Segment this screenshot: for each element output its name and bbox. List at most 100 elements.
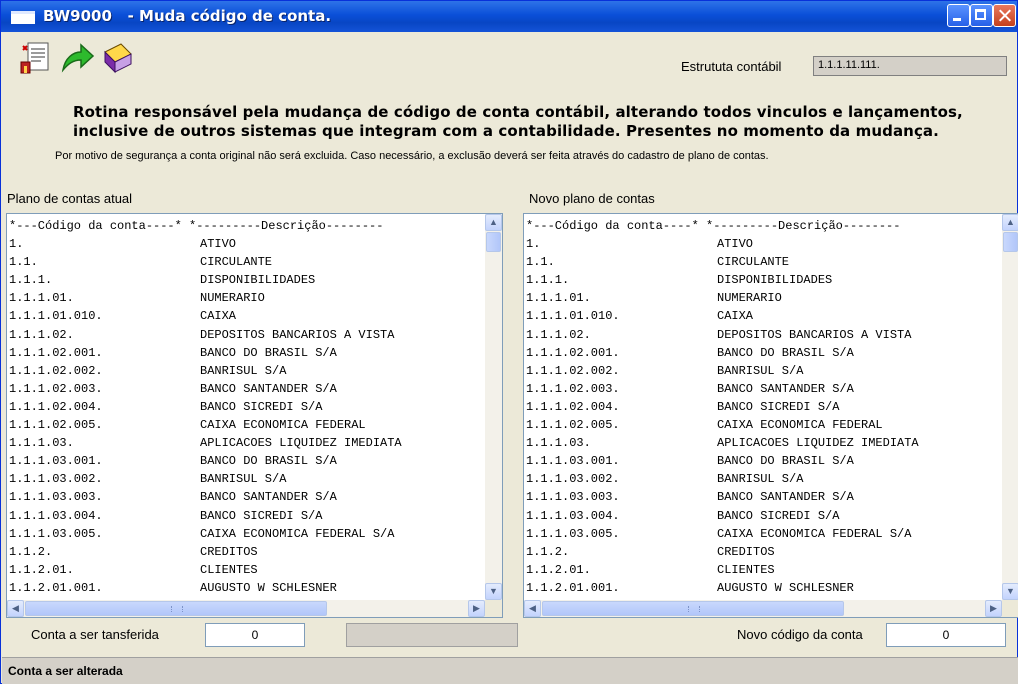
status-bar: Conta a ser alterada xyxy=(2,657,1018,684)
report-icon[interactable] xyxy=(19,40,55,76)
account-row[interactable]: 1.1.2.01. CLIENTES xyxy=(9,561,484,579)
account-row[interactable]: 1.1.1.02.001. BANCO DO BRASIL S/A xyxy=(9,344,484,362)
scroll-down-arrow-icon[interactable]: ▼ xyxy=(1002,583,1018,600)
new-plan-list[interactable]: *---Código da conta----* *---------Descr… xyxy=(523,213,1018,618)
account-row[interactable]: 1.1.1.02.001. BANCO DO BRASIL S/A xyxy=(526,344,1001,362)
account-row[interactable]: 1.1.1.03.003. BANCO SANTANDER S/A xyxy=(9,488,484,506)
account-code: 1.1.1.02.002. xyxy=(9,363,103,378)
account-row[interactable]: 1.1.2. CREDITOS xyxy=(9,543,484,561)
account-row[interactable]: 1.1.1.03. APLICACOES LIQUIDEZ IMEDIATA xyxy=(526,434,1001,452)
scroll-thumb[interactable] xyxy=(542,601,844,616)
account-row[interactable]: 1.1.1.03.001. BANCO DO BRASIL S/A xyxy=(526,452,1001,470)
account-row[interactable]: 1.1.1.02. DEPOSITOS BANCARIOS A VISTA xyxy=(526,326,1001,344)
account-description: CLIENTES xyxy=(200,562,258,577)
scroll-up-arrow-icon[interactable]: ▲ xyxy=(485,214,502,231)
account-row[interactable]: 1.1.1.02.004. BANCO SICREDI S/A xyxy=(9,398,484,416)
transfer-account-label: Conta a ser tansferida xyxy=(31,627,159,642)
account-description: AUGUSTO W SCHLESNER xyxy=(200,580,337,595)
account-code: 1.1.1.01. xyxy=(9,291,74,306)
account-row[interactable]: 1.1. CIRCULANTE xyxy=(526,253,1001,271)
scroll-right-arrow-icon[interactable]: ▶ xyxy=(468,600,485,617)
account-description: BANCO DO BRASIL S/A xyxy=(717,345,854,360)
scroll-thumb[interactable] xyxy=(486,232,501,252)
account-row[interactable]: 1.1.1.02.002. BANRISUL S/A xyxy=(9,362,484,380)
account-row[interactable]: 1.1.1.03.004. BANCO SICREDI S/A xyxy=(9,507,484,525)
scroll-thumb[interactable] xyxy=(1003,232,1018,252)
account-row[interactable]: 1.1.1.01.010. CAIXA xyxy=(526,307,1001,325)
scroll-down-arrow-icon[interactable]: ▼ xyxy=(485,583,502,600)
account-row[interactable]: 1. ATIVO xyxy=(526,235,1001,253)
account-row[interactable]: 1.1.1.02.004. BANCO SICREDI S/A xyxy=(526,398,1001,416)
maximize-button[interactable] xyxy=(970,4,993,27)
account-row[interactable]: 1.1.1.03. APLICACOES LIQUIDEZ IMEDIATA xyxy=(9,434,484,452)
scroll-left-arrow-icon[interactable]: ◀ xyxy=(524,600,541,617)
title-bar[interactable]: BW9000 - Muda código de conta. xyxy=(1,1,1017,32)
scroll-corner xyxy=(485,600,502,617)
vertical-scrollbar[interactable]: ▲ ▼ xyxy=(1002,214,1018,600)
account-code: 1.1.1.02. xyxy=(526,327,591,342)
account-description: NUMERARIO xyxy=(717,291,782,306)
account-row[interactable]: 1.1.1.02.005. CAIXA ECONOMICA FEDERAL xyxy=(526,416,1001,434)
scroll-up-arrow-icon[interactable]: ▲ xyxy=(1002,214,1018,231)
account-row[interactable]: 1.1.1.01. NUMERARIO xyxy=(526,289,1001,307)
account-code: 1.1.1.03.001. xyxy=(9,454,103,469)
account-description: BANCO SICREDI S/A xyxy=(717,508,840,523)
window-title: BW9000 - Muda código de conta. xyxy=(43,7,332,25)
account-code: 1.1.1.03.001. xyxy=(526,454,620,469)
account-code: 1.1.1. xyxy=(9,273,53,288)
account-code: 1.1.1.02.003. xyxy=(9,381,103,396)
account-row[interactable]: 1.1.2.01.001. AUGUSTO W SCHLESNER xyxy=(526,579,1001,597)
account-description: NUMERARIO xyxy=(200,291,265,306)
account-row[interactable]: 1.1.1.01.010. CAIXA xyxy=(9,307,484,325)
account-row[interactable]: 1.1.1.02.003. BANCO SANTANDER S/A xyxy=(9,380,484,398)
scroll-right-arrow-icon[interactable]: ▶ xyxy=(985,600,1002,617)
account-row[interactable]: 1.1.1.02.003. BANCO SANTANDER S/A xyxy=(526,380,1001,398)
vertical-scrollbar[interactable]: ▲ ▼ xyxy=(485,214,502,600)
new-code-field[interactable]: 0 xyxy=(886,623,1006,647)
account-code: 1.1.1.03.002. xyxy=(9,472,103,487)
account-row[interactable]: 1.1.1.03.005. CAIXA ECONOMICA FEDERAL S/A xyxy=(9,525,484,543)
account-description: APLICACOES LIQUIDEZ IMEDIATA xyxy=(717,436,919,451)
transfer-account-field[interactable]: 0 xyxy=(205,623,305,647)
account-row[interactable]: 1.1.1.01. NUMERARIO xyxy=(9,289,484,307)
account-code: 1.1.1.03.003. xyxy=(526,490,620,505)
arrow-forward-icon[interactable] xyxy=(59,40,95,76)
account-row[interactable]: 1.1.1.03.004. BANCO SICREDI S/A xyxy=(526,507,1001,525)
account-row[interactable]: 1.1.2.01. CLIENTES xyxy=(526,561,1001,579)
account-description: ATIVO xyxy=(200,237,237,252)
account-code: 1.1.1.02.001. xyxy=(526,345,620,360)
account-row[interactable]: 1.1. CIRCULANTE xyxy=(9,253,484,271)
account-row[interactable]: 1.1.1. DISPONIBILIDADES xyxy=(526,271,1001,289)
close-button[interactable] xyxy=(993,4,1016,27)
account-code: 1.1.1.03.002. xyxy=(526,472,620,487)
account-description: DEPOSITOS BANCARIOS A VISTA xyxy=(200,327,395,342)
account-description-field xyxy=(346,623,518,647)
current-plan-list[interactable]: *---Código da conta----* *---------Descr… xyxy=(6,213,503,618)
account-description: AUGUSTO W SCHLESNER xyxy=(717,580,854,595)
horizontal-scrollbar[interactable]: ◀ ▶ xyxy=(524,600,1002,617)
account-row[interactable]: 1.1.1.03.001. BANCO DO BRASIL S/A xyxy=(9,452,484,470)
account-row[interactable]: 1.1.1.02. DEPOSITOS BANCARIOS A VISTA xyxy=(9,326,484,344)
account-row[interactable]: 1.1.1.03.002. BANRISUL S/A xyxy=(526,470,1001,488)
account-row[interactable]: 1.1.1.02.002. BANRISUL S/A xyxy=(526,362,1001,380)
account-description: DEPOSITOS BANCARIOS A VISTA xyxy=(717,327,912,342)
account-code: 1.1.1.03.004. xyxy=(526,508,620,523)
account-row[interactable]: 1.1.1.03.003. BANCO SANTANDER S/A xyxy=(526,488,1001,506)
security-note: Por motivo de segurança a conta original… xyxy=(55,150,769,162)
book-icon[interactable] xyxy=(99,40,135,76)
scroll-thumb[interactable] xyxy=(25,601,327,616)
account-row[interactable]: 1.1.1.02.005. CAIXA ECONOMICA FEDERAL xyxy=(9,416,484,434)
horizontal-scrollbar[interactable]: ◀ ▶ xyxy=(7,600,485,617)
account-row[interactable]: 1.1.2. CREDITOS xyxy=(526,543,1001,561)
account-code: 1.1.1. xyxy=(526,273,570,288)
account-code: 1.1.1.03. xyxy=(9,436,74,451)
account-code: 1. xyxy=(526,237,541,252)
scroll-left-arrow-icon[interactable]: ◀ xyxy=(7,600,24,617)
account-row[interactable]: 1.1.1.03.005. CAIXA ECONOMICA FEDERAL S/A xyxy=(526,525,1001,543)
account-description: CAIXA ECONOMICA FEDERAL S/A xyxy=(200,526,395,541)
minimize-button[interactable] xyxy=(947,4,970,27)
account-row[interactable]: 1.1.1. DISPONIBILIDADES xyxy=(9,271,484,289)
account-row[interactable]: 1.1.2.01.001. AUGUSTO W SCHLESNER xyxy=(9,579,484,597)
account-row[interactable]: 1.1.1.03.002. BANRISUL S/A xyxy=(9,470,484,488)
account-row[interactable]: 1. ATIVO xyxy=(9,235,484,253)
